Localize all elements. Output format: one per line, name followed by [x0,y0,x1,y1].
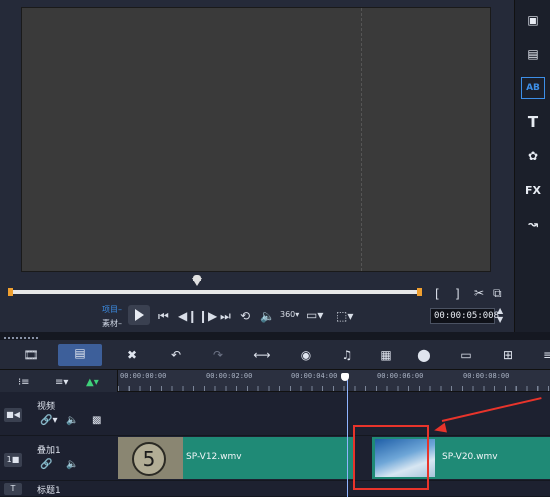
enlarge-preview-icon[interactable]: ⧉ [493,286,502,300]
aspect-ratio-icon[interactable]: ▭▾ [306,308,323,322]
ruler-tick-label: 00:00:02:00 [206,372,253,380]
trim-marker-in[interactable] [8,288,13,296]
mask-creator-icon[interactable]: ⬤ [414,346,434,364]
ruler-ticks [118,386,550,391]
title-icon[interactable]: T [521,111,545,133]
panel-divider[interactable] [0,332,550,340]
play-icon [134,309,144,321]
zoom-up-icon[interactable]: ▲▾ [86,377,99,388]
split-clip-icon[interactable]: ✂ [474,286,484,300]
playhead-line[interactable] [347,380,348,497]
crop-icon[interactable]: ⬚▾ [336,309,353,323]
tools-icon[interactable]: ✖ [122,346,142,364]
filter-icon[interactable]: FX [521,179,545,201]
timecode-stepper[interactable]: ▲ ▼ [497,306,503,324]
path-icon[interactable]: ↝ [521,213,545,235]
ruler-tick-label: 00:00:04:00 [291,372,338,380]
ruler-tick-label: 00:00:08:00 [463,372,510,380]
timeline-clip[interactable]: 5 SP-V12.wmv [118,437,354,479]
timeline-ruler[interactable]: 00:00:00:00 00:00:02:00 00:00:04:00 00:0… [118,370,550,392]
play-button[interactable] [128,305,150,325]
go-to-end-icon[interactable]: ⏭ [220,309,231,323]
undo-icon[interactable]: ↶ [166,346,186,364]
transition-icon[interactable]: AB [521,77,545,99]
playback-scrubber[interactable] [8,288,422,296]
countdown-number: 5 [132,442,166,476]
track-name: 叠加1 [37,446,61,456]
record-capture-icon[interactable]: ◉ [296,346,316,364]
multicam-icon[interactable]: ▦ [376,346,396,364]
track-row-title: T 标题1 [0,481,550,497]
fit-project-icon[interactable]: ⟷ [252,346,272,364]
mode-clip-label[interactable]: 素材– [102,318,122,329]
mark-in-button[interactable]: [ [435,287,440,301]
track-name: 视频 [37,402,56,412]
split-screen-icon[interactable]: ⊞ [498,346,518,364]
track-manager-icon[interactable]: ⁝≡ [18,377,30,388]
library-tool-strip: ▣ ▤ AB T ✿ FX ↝ [514,0,550,332]
media-library-icon[interactable]: ▣ [521,9,545,31]
instant-project-icon[interactable]: ▤ [521,43,545,65]
sound-mixer-icon[interactable]: ♫ [337,346,357,364]
track-volume-icon[interactable]: 🔈 [66,415,78,426]
overlay-track-icon[interactable]: 1■ [4,453,22,467]
panel-grip-icon[interactable] [4,337,38,339]
previous-frame-icon[interactable]: ◀❙ [178,309,197,323]
mark-out-button[interactable]: ] [455,287,460,301]
video-track-icon[interactable]: ■◀ [4,408,22,422]
graphics-icon[interactable]: ✿ [521,145,545,167]
go-to-start-icon[interactable]: ⏮ [158,309,169,323]
more-tools-icon[interactable]: ≡ [538,346,550,364]
trim-marker-out[interactable] [417,288,422,296]
timeline-view-icon[interactable]: ▤ [58,344,102,366]
add-track-icon[interactable]: ≡▾ [55,377,68,388]
preview-window [21,7,491,272]
360-view-icon[interactable]: 360▾ [280,308,299,322]
clip-thumbnail: 5 [118,437,183,479]
link-icon[interactable]: 🔗 [40,459,52,470]
ruler-tick-label: 00:00:06:00 [377,372,424,380]
track-volume-icon[interactable]: 🔈 [66,459,78,470]
player-panel: 项目– 素材– ⏮ ◀❙ ❙▶ ⏭ ⟲ 🔈 360▾ ▭▾ ⬚▾ [ ] ✂ ⧉… [0,0,514,332]
mode-project-label[interactable]: 项目– [102,304,122,315]
redo-icon[interactable]: ↷ [208,346,228,364]
repeat-icon[interactable]: ⟲ [240,309,250,323]
ruler-tick-label: 00:00:00:00 [120,372,167,380]
clip-label: SP-V12.wmv [186,452,242,462]
annotation-highlight-box [353,425,429,490]
timeline-toolbar: 🎞 ▤ ✖ ↶ ↷ ⟷ ◉ ♫ ▦ ⬤ ▭ ⊞ ≡ [0,340,550,370]
storyboard-view-icon[interactable]: 🎞 [18,346,44,364]
subtitle-editor-icon[interactable]: ▭ [456,346,476,364]
title-track-icon[interactable]: T [4,483,22,495]
track-name: 标题1 [37,486,61,496]
clip-label: SP-V20.wmv [442,452,498,462]
link-icon[interactable]: 🔗▾ [40,415,57,426]
ripple-edit-icon[interactable]: ▩ [92,415,101,426]
volume-icon[interactable]: 🔈 [260,309,275,323]
preview-split-line [361,8,362,271]
scrubber-handle-pointer[interactable] [192,278,202,286]
next-frame-icon[interactable]: ❙▶ [198,309,217,323]
timecode-field[interactable]: 00:00:05:008 [430,308,499,324]
